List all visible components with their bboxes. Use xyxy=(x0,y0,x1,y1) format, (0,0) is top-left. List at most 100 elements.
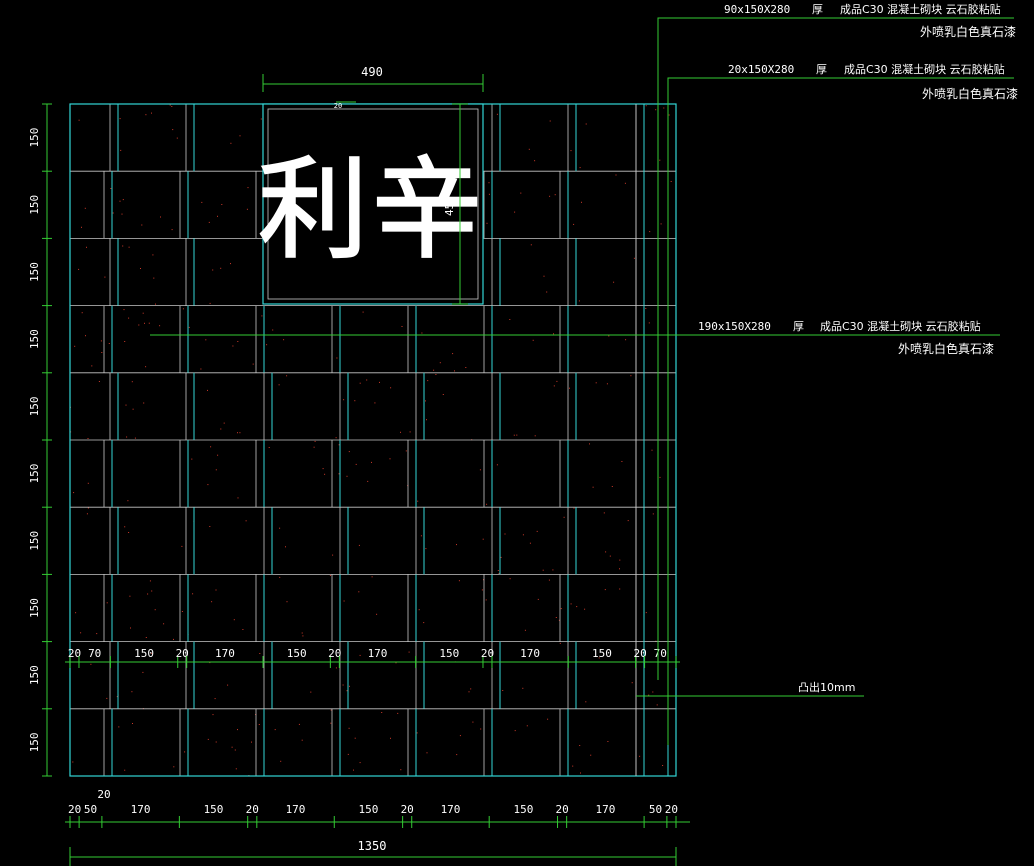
speckle xyxy=(223,422,225,424)
speckle xyxy=(569,387,570,389)
speckle xyxy=(215,741,217,743)
speckle xyxy=(301,739,303,741)
speckle xyxy=(74,345,76,347)
speckle xyxy=(98,381,100,382)
speckle xyxy=(488,182,490,184)
speckle xyxy=(488,193,490,195)
speckle xyxy=(367,480,369,482)
speckle xyxy=(409,431,411,433)
bottom-dim-label: 20 xyxy=(246,803,259,816)
speckle xyxy=(207,389,208,391)
speckle xyxy=(573,223,575,225)
speckle xyxy=(237,432,238,434)
bottom-dim-label: 170 xyxy=(286,803,306,816)
speckle xyxy=(619,559,621,561)
speckle xyxy=(549,195,551,197)
annotation-1: 90x150X280 厚 成品C30 混凝土砌块 云石胶粘贴 外喷乳白色真石漆 xyxy=(724,2,1016,39)
speckle xyxy=(181,611,183,612)
left-dimension-chain: 150 150 150 150 150 150 150 150 150 150 xyxy=(28,103,52,777)
speckle xyxy=(131,381,133,383)
annotation-1-thickness: 厚 xyxy=(812,3,823,16)
speckle xyxy=(128,532,130,533)
speckle xyxy=(145,366,147,368)
speckle xyxy=(144,322,145,324)
speckle xyxy=(338,444,340,446)
speckle xyxy=(78,268,80,270)
speckle xyxy=(134,437,136,439)
speckle xyxy=(549,120,551,122)
speckle xyxy=(151,590,153,592)
speckle xyxy=(314,440,316,442)
speckle xyxy=(652,513,654,515)
speckle xyxy=(125,404,127,406)
speckle xyxy=(266,344,268,346)
speckle xyxy=(209,302,211,304)
speckle xyxy=(87,438,89,439)
speckle xyxy=(78,119,80,121)
speckle xyxy=(608,335,610,337)
speckle xyxy=(526,725,528,727)
speckle xyxy=(173,638,174,640)
speckle xyxy=(147,593,149,595)
speckle xyxy=(534,435,536,437)
speckle xyxy=(104,276,106,278)
speckle xyxy=(615,174,617,176)
speckle xyxy=(278,384,280,386)
annotation-2-material: 成品C30 混凝土砌块 云石胶粘贴 xyxy=(844,62,1005,76)
speckle xyxy=(546,291,548,293)
speckle xyxy=(427,380,429,382)
speckle xyxy=(359,762,361,764)
speckle xyxy=(155,303,156,305)
annotation-2-finish: 外喷乳白色真石漆 xyxy=(922,86,1018,101)
speckle xyxy=(560,608,562,610)
speckle xyxy=(389,458,391,460)
speckle xyxy=(563,516,565,518)
speckle xyxy=(423,622,425,624)
speckle xyxy=(572,765,574,767)
speckle xyxy=(420,535,422,537)
speckle xyxy=(242,629,244,630)
speckle xyxy=(212,714,214,716)
speckle xyxy=(119,200,121,202)
speckle xyxy=(439,362,441,364)
speckle xyxy=(163,623,165,625)
speckle xyxy=(660,223,662,225)
speckle xyxy=(122,245,124,247)
speckle xyxy=(547,718,549,720)
speckle xyxy=(286,375,288,377)
speckle xyxy=(354,400,356,402)
bottom-dim-label: 20 xyxy=(68,803,81,816)
speckle xyxy=(496,113,498,115)
speckle xyxy=(355,463,357,465)
speckle xyxy=(482,538,484,540)
speckle xyxy=(171,229,173,231)
speckle xyxy=(128,246,130,248)
left-dim-label: 150 xyxy=(28,732,41,752)
speckle xyxy=(172,129,174,131)
middle-dim-label: 150 xyxy=(439,647,459,660)
speckle xyxy=(579,745,581,746)
speckle xyxy=(421,332,423,334)
speckle xyxy=(173,766,175,768)
speckle xyxy=(106,697,108,699)
speckle xyxy=(272,329,274,331)
speckle xyxy=(343,399,345,401)
middle-dim-label: 150 xyxy=(592,647,612,660)
speckle xyxy=(496,464,498,466)
speckle xyxy=(148,322,150,324)
speckle xyxy=(621,461,623,462)
speckle xyxy=(590,754,592,756)
speckle xyxy=(260,118,262,120)
left-dim-label: 150 xyxy=(28,665,41,685)
speckle xyxy=(468,691,470,693)
speckle xyxy=(230,142,232,144)
speckle xyxy=(456,754,458,756)
speckle xyxy=(84,207,86,209)
speckle xyxy=(72,761,74,763)
speckle xyxy=(151,112,152,114)
speckle xyxy=(302,635,304,637)
speckle xyxy=(530,244,532,246)
middle-dim-label: 170 xyxy=(368,647,388,660)
speckle xyxy=(285,546,286,548)
speckle xyxy=(227,684,229,686)
